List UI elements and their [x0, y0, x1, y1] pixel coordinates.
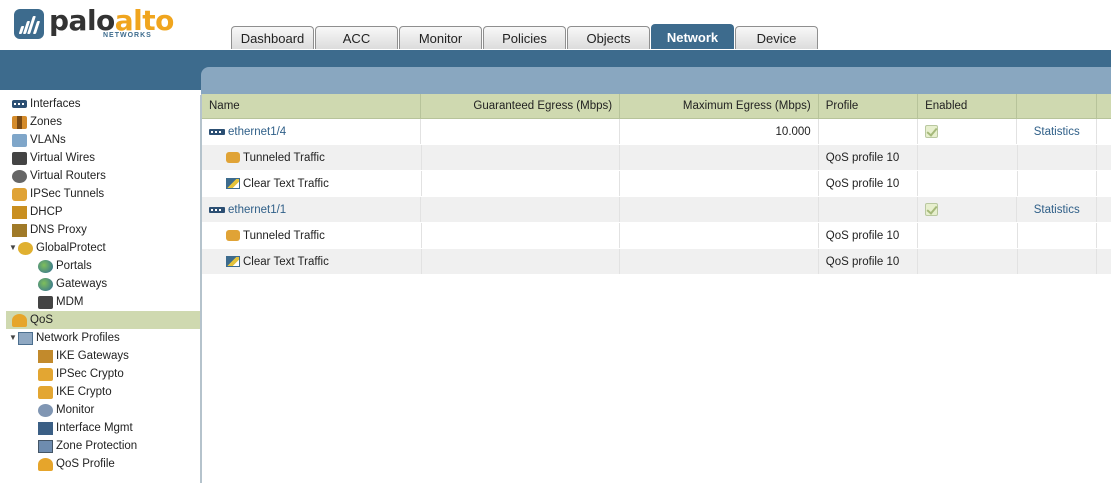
- sidebar-item-portals[interactable]: Portals: [6, 257, 200, 275]
- ike-crypto-icon: [38, 385, 53, 399]
- sidebar-item-zones[interactable]: Zones: [6, 113, 200, 131]
- qos-profile-icon: [38, 457, 53, 471]
- interfaces-icon: [12, 100, 27, 108]
- sidebar-item-monitor[interactable]: Monitor: [6, 401, 200, 419]
- ipsec-crypto-icon: [38, 367, 53, 381]
- table-row: Clear Text Traffic QoS profile 10: [202, 171, 1111, 197]
- sidebar-item-virtual-routers[interactable]: Virtual Routers: [6, 167, 200, 185]
- sidebar-item-gateways[interactable]: Gateways: [6, 275, 200, 293]
- column-header-enabled[interactable]: Enabled: [918, 94, 1018, 118]
- sidebar-item-zone-protection[interactable]: Zone Protection: [6, 437, 200, 455]
- traffic-name-cell[interactable]: Clear Text Traffic: [202, 249, 422, 274]
- zones-icon: [12, 115, 27, 129]
- enabled-checkbox: [925, 203, 939, 216]
- statistics-link[interactable]: Statistics: [1034, 198, 1080, 222]
- tab-policies[interactable]: Policies: [483, 26, 566, 49]
- dns-proxy-icon: [12, 223, 27, 237]
- interface-name-cell[interactable]: ethernet1/4: [202, 119, 422, 144]
- sidebar-item-interfaces[interactable]: Interfaces: [6, 95, 200, 113]
- column-header-statistics: [1017, 94, 1097, 118]
- dhcp-icon: [12, 205, 27, 219]
- sidebar-item-qos-profile[interactable]: QoS Profile: [6, 455, 200, 473]
- sidebar-item-ike-crypto[interactable]: IKE Crypto: [6, 383, 200, 401]
- clear-text-traffic-icon: [226, 178, 240, 189]
- column-header-maximum-egress[interactable]: Maximum Egress (Mbps): [620, 94, 819, 118]
- sidebar-item-ipsec-crypto[interactable]: IPSec Crypto: [6, 365, 200, 383]
- sidebar-item-virtual-wires[interactable]: Virtual Wires: [6, 149, 200, 167]
- monitor-profile-icon: [38, 403, 53, 417]
- traffic-name-cell[interactable]: Clear Text Traffic: [202, 171, 422, 196]
- ipsec-tunnels-icon: [12, 187, 27, 201]
- table-row: Tunneled Traffic QoS profile 10: [202, 145, 1111, 171]
- interface-icon: [209, 206, 225, 213]
- sidebar-item-qos[interactable]: QoS: [6, 311, 200, 329]
- tab-acc[interactable]: ACC: [315, 26, 398, 49]
- traffic-name-cell[interactable]: Tunneled Traffic: [202, 145, 422, 170]
- zone-protection-icon: [38, 439, 53, 453]
- interface-name-cell[interactable]: ethernet1/1: [202, 197, 422, 222]
- sidebar-item-dhcp[interactable]: DHCP: [6, 203, 200, 221]
- tab-objects[interactable]: Objects: [567, 26, 650, 49]
- tunneled-traffic-icon: [226, 152, 240, 163]
- tab-network[interactable]: Network: [651, 24, 734, 49]
- table-row: ethernet1/4 10.000 Statistics: [202, 119, 1111, 145]
- network-sidebar-tree: Interfaces Zones VLANs Virtual Wires Vir…: [6, 95, 201, 483]
- tunneled-traffic-icon: [226, 230, 240, 241]
- column-header-name[interactable]: Name: [202, 94, 422, 118]
- tab-device[interactable]: Device: [735, 26, 818, 49]
- table-header: Name Guaranteed Egress (Mbps) Maximum Eg…: [202, 94, 1111, 119]
- app-header: paloalto NETWORKS Dashboard ACC Monitor …: [0, 0, 1111, 50]
- table-row: Clear Text Traffic QoS profile 10: [202, 249, 1111, 275]
- qos-table: Name Guaranteed Egress (Mbps) Maximum Eg…: [201, 94, 1111, 483]
- interface-mgmt-icon: [38, 421, 53, 435]
- brand-subtitle: NETWORKS: [103, 32, 152, 39]
- table-row: ethernet1/1 Statistics: [202, 197, 1111, 223]
- column-header-profile[interactable]: Profile: [819, 94, 919, 118]
- expand-toggle-icon[interactable]: ▼: [8, 329, 18, 347]
- paloalto-logo-mark-icon: [14, 9, 44, 39]
- portals-icon: [38, 259, 53, 273]
- expand-toggle-icon[interactable]: ▼: [8, 239, 18, 257]
- clear-text-traffic-icon: [226, 256, 240, 267]
- gateways-icon: [38, 277, 53, 291]
- table-row: Tunneled Traffic QoS profile 10: [202, 223, 1111, 249]
- ike-gateways-icon: [38, 349, 53, 363]
- sidebar-item-dns-proxy[interactable]: DNS Proxy: [6, 221, 200, 239]
- network-profiles-icon: [18, 331, 33, 345]
- virtual-routers-icon: [12, 169, 27, 183]
- virtual-wires-icon: [12, 151, 27, 165]
- sidebar-item-vlans[interactable]: VLANs: [6, 131, 200, 149]
- content-title-bar: [201, 67, 1111, 94]
- enabled-checkbox: [925, 125, 939, 138]
- globalprotect-icon: [18, 241, 33, 255]
- main-tabs: Dashboard ACC Monitor Policies Objects N…: [231, 24, 818, 49]
- interface-icon: [209, 128, 225, 135]
- column-header-guaranteed-egress[interactable]: Guaranteed Egress (Mbps): [421, 94, 621, 118]
- tab-monitor[interactable]: Monitor: [399, 26, 482, 49]
- traffic-name-cell[interactable]: Tunneled Traffic: [202, 223, 422, 248]
- sidebar-item-mdm[interactable]: MDM: [6, 293, 200, 311]
- sidebar-item-network-profiles[interactable]: ▼ Network Profiles: [6, 329, 200, 347]
- tab-dashboard[interactable]: Dashboard: [231, 26, 314, 49]
- sidebar-item-ipsec-tunnels[interactable]: IPSec Tunnels: [6, 185, 200, 203]
- sidebar-item-interface-mgmt[interactable]: Interface Mgmt: [6, 419, 200, 437]
- vlans-icon: [12, 133, 27, 147]
- sidebar-item-globalprotect[interactable]: ▼ GlobalProtect: [6, 239, 200, 257]
- sidebar-item-ike-gateways[interactable]: IKE Gateways: [6, 347, 200, 365]
- statistics-link[interactable]: Statistics: [1034, 120, 1080, 144]
- mdm-icon: [38, 295, 53, 309]
- qos-icon: [12, 313, 27, 327]
